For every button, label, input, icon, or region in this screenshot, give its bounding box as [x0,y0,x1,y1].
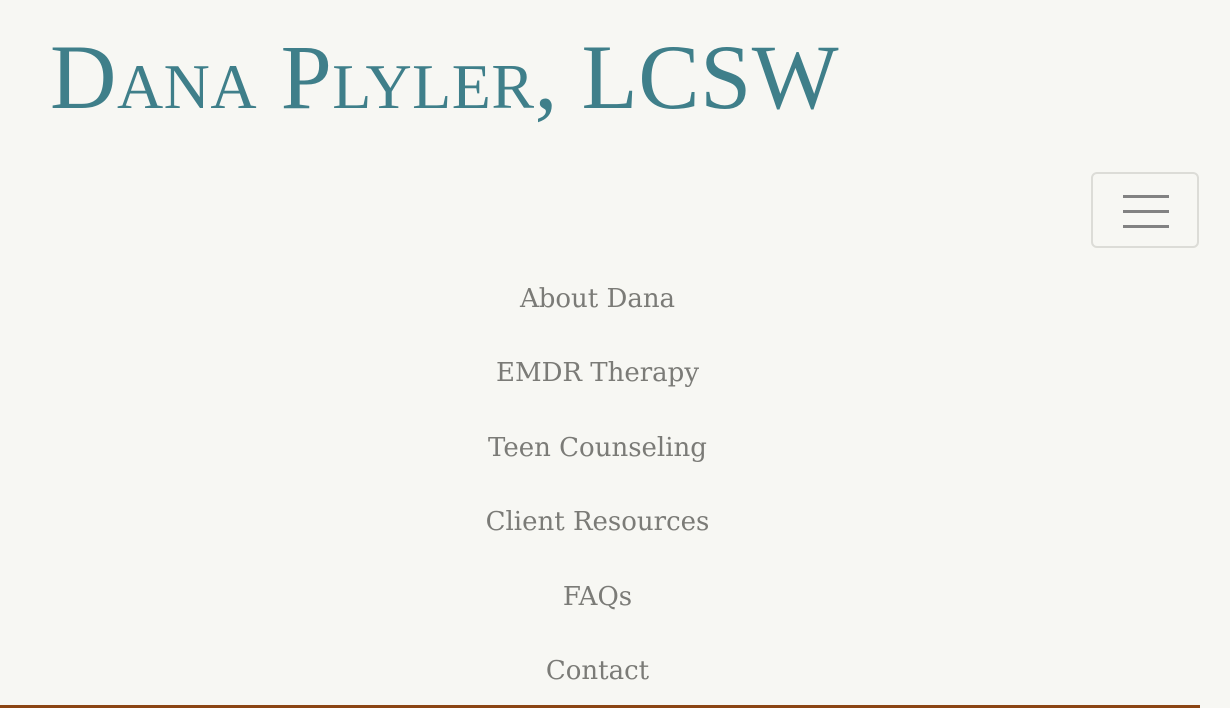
nav-item-emdr: EMDR Therapy [0,336,1195,410]
nav-link-about-dana[interactable]: About Dana [520,284,675,314]
main-navigation: About Dana EMDR Therapy Teen Counseling … [0,262,1195,708]
nav-item-about: About Dana [0,262,1195,336]
menu-toggle-button[interactable] [1091,172,1199,248]
nav-link-contact[interactable]: Contact [546,656,649,686]
nav-item-faqs: FAQs [0,560,1195,634]
nav-link-emdr-therapy[interactable]: EMDR Therapy [496,358,699,388]
nav-item-contact: Contact [0,634,1195,708]
nav-link-client-resources[interactable]: Client Resources [486,507,710,537]
nav-item-resources: Client Resources [0,485,1195,559]
nav-item-teen: Teen Counseling [0,411,1195,485]
hamburger-icon [1123,195,1169,228]
nav-link-faqs[interactable]: FAQs [563,582,632,612]
nav-link-teen-counseling[interactable]: Teen Counseling [488,433,707,463]
site-logo[interactable]: Dana Plyler, LCSW [50,22,839,132]
